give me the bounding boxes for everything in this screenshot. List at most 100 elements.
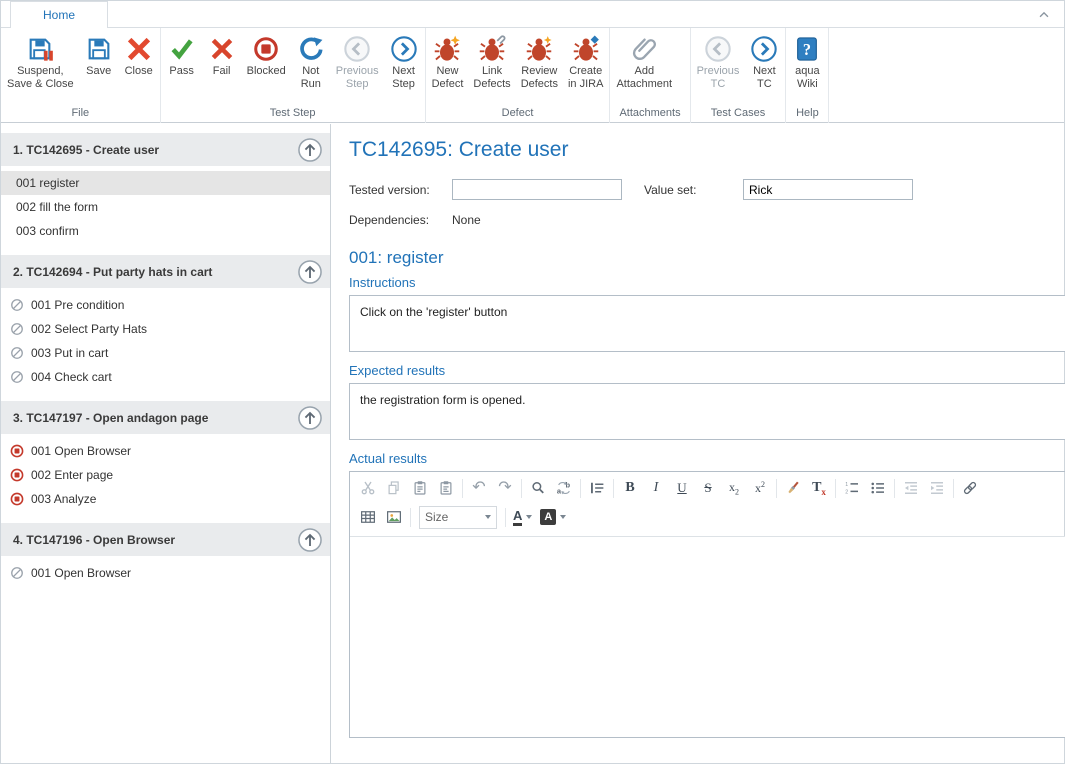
review-defects-button[interactable]: ReviewDefects — [516, 29, 563, 92]
blocked-status-icon — [10, 492, 24, 506]
text-color-button[interactable]: A — [509, 504, 536, 530]
insert-image-button[interactable] — [381, 504, 407, 530]
link-defects-button[interactable]: LinkDefects — [468, 29, 515, 92]
fail-button[interactable]: Fail — [202, 29, 242, 92]
step-item-register[interactable]: 001 register — [1, 171, 330, 195]
step-item[interactable]: 004 Check cart — [1, 365, 330, 389]
paragraph-format-button[interactable] — [584, 475, 610, 501]
step-item[interactable]: 003 Put in cart — [1, 341, 330, 365]
testcase-uparrow-button[interactable] — [296, 526, 323, 553]
font-size-dropdown[interactable]: Size — [419, 506, 497, 529]
toolbar-divider — [505, 508, 506, 527]
testcase-uparrow-button[interactable] — [296, 404, 323, 431]
undo-button[interactable]: ↶ — [466, 475, 492, 501]
tested-version-input[interactable] — [452, 179, 622, 200]
suspend-save-icon — [26, 35, 54, 63]
test-execution-sidebar: 1. TC142695 - Create user 001 register 0… — [1, 124, 331, 763]
close-button[interactable]: Close — [119, 29, 159, 92]
cut-button[interactable] — [355, 475, 381, 501]
tab-home[interactable]: Home — [10, 1, 108, 28]
actual-results-text-area[interactable] — [350, 537, 1065, 737]
previous-step-button[interactable]: PreviousStep — [331, 29, 384, 92]
step-item-confirm[interactable]: 003 confirm — [1, 219, 330, 243]
testcase-header-4[interactable]: 4. TC147196 - Open Browser — [1, 523, 330, 556]
not-run-icon — [297, 35, 325, 63]
button-label: NewDefect — [432, 65, 464, 92]
bulleted-list-button[interactable] — [865, 475, 891, 501]
ribbon-collapse-button[interactable] — [1034, 6, 1054, 24]
testcase-header-2[interactable]: 2. TC142694 - Put party hats in cart — [1, 255, 330, 288]
new-defect-button[interactable]: NewDefect — [427, 29, 469, 92]
italic-button[interactable]: I — [643, 475, 669, 501]
underline-button[interactable]: U — [669, 475, 695, 501]
blocked-icon — [252, 35, 280, 63]
strikethrough-button[interactable]: S — [695, 475, 721, 501]
step-item[interactable]: 003 Analyze — [1, 487, 330, 511]
paste-icon — [411, 479, 429, 497]
paste-button[interactable] — [407, 475, 433, 501]
fail-x-icon — [208, 35, 236, 63]
review-defects-bug-icon — [525, 35, 553, 63]
chevron-down-icon — [560, 515, 566, 519]
svg-text:2: 2 — [845, 489, 848, 495]
button-label: aquaWiki — [795, 65, 819, 92]
previous-tc-button[interactable]: PreviousTC — [692, 29, 745, 92]
copy-button[interactable] — [381, 475, 407, 501]
insert-link-button[interactable] — [957, 475, 983, 501]
testcase-title: 4. TC147196 - Open Browser — [13, 533, 175, 547]
search-icon — [529, 479, 547, 497]
create-in-jira-button[interactable]: Createin JIRA — [563, 29, 608, 92]
insert-table-button[interactable] — [355, 504, 381, 530]
step-item-fill-form[interactable]: 002 fill the form — [1, 195, 330, 219]
save-icon — [85, 35, 113, 63]
subscript-button[interactable]: x2 — [721, 475, 747, 501]
pass-button[interactable]: Pass — [162, 29, 202, 92]
ribbon-group-file: Suspend,Save & Close Save Close — [1, 28, 161, 123]
remove-format-button[interactable]: Tx — [806, 475, 832, 501]
blocked-button[interactable]: Blocked — [242, 29, 291, 92]
copy-icon — [385, 479, 403, 497]
ribbon: Home Suspend,Save & Close — [1, 1, 1064, 123]
step-item[interactable]: 002 Select Party Hats — [1, 317, 330, 341]
redo-button[interactable]: ↷ — [492, 475, 518, 501]
value-set-input[interactable] — [743, 179, 913, 200]
button-label: Createin JIRA — [568, 65, 603, 92]
add-attachment-button[interactable]: AddAttachment — [611, 29, 677, 92]
decrease-indent-button[interactable] — [898, 475, 924, 501]
step-item[interactable]: 002 Enter page — [1, 463, 330, 487]
replace-button[interactable]: ab — [551, 475, 577, 501]
next-step-button[interactable]: NextStep — [384, 29, 424, 92]
table-icon — [359, 508, 377, 526]
format-painter-button[interactable] — [780, 475, 806, 501]
link-defects-bug-icon — [478, 35, 506, 63]
step-item[interactable]: 001 Open Browser — [1, 561, 330, 585]
not-run-status-icon — [10, 346, 24, 360]
step-list-3: 001 Open Browser 002 Enter page 003 Anal… — [1, 434, 330, 514]
find-button[interactable] — [525, 475, 551, 501]
button-label: PreviousStep — [336, 65, 379, 92]
svg-text:1: 1 — [845, 482, 848, 488]
toolbar-divider — [835, 479, 836, 498]
testcase-header-3[interactable]: 3. TC147197 - Open andagon page — [1, 401, 330, 434]
suspend-save-close-button[interactable]: Suspend,Save & Close — [2, 29, 79, 92]
aqua-wiki-button[interactable]: ? aquaWiki — [787, 29, 827, 92]
numbered-list-icon: 12 — [843, 479, 861, 497]
step-item[interactable]: 001 Open Browser — [1, 439, 330, 463]
chevron-up-icon — [1037, 8, 1051, 22]
not-run-status-icon — [10, 322, 24, 336]
next-tc-button[interactable]: NextTC — [744, 29, 784, 92]
superscript-button[interactable]: x2 — [747, 475, 773, 501]
step-item[interactable]: 001 Pre condition — [1, 293, 330, 317]
testcase-uparrow-button[interactable] — [296, 258, 323, 285]
button-label: NextStep — [392, 65, 415, 92]
numbered-list-button[interactable]: 12 — [839, 475, 865, 501]
bold-button[interactable]: B — [617, 475, 643, 501]
paste-plain-text-button[interactable] — [433, 475, 459, 501]
save-button[interactable]: Save — [79, 29, 119, 92]
testcase-uparrow-button[interactable] — [296, 136, 323, 163]
ribbon-group-label: Test Step — [162, 106, 424, 123]
background-color-button[interactable]: A — [536, 504, 570, 530]
not-run-button[interactable]: NotRun — [291, 29, 331, 92]
testcase-header-1[interactable]: 1. TC142695 - Create user — [1, 133, 330, 166]
increase-indent-button[interactable] — [924, 475, 950, 501]
